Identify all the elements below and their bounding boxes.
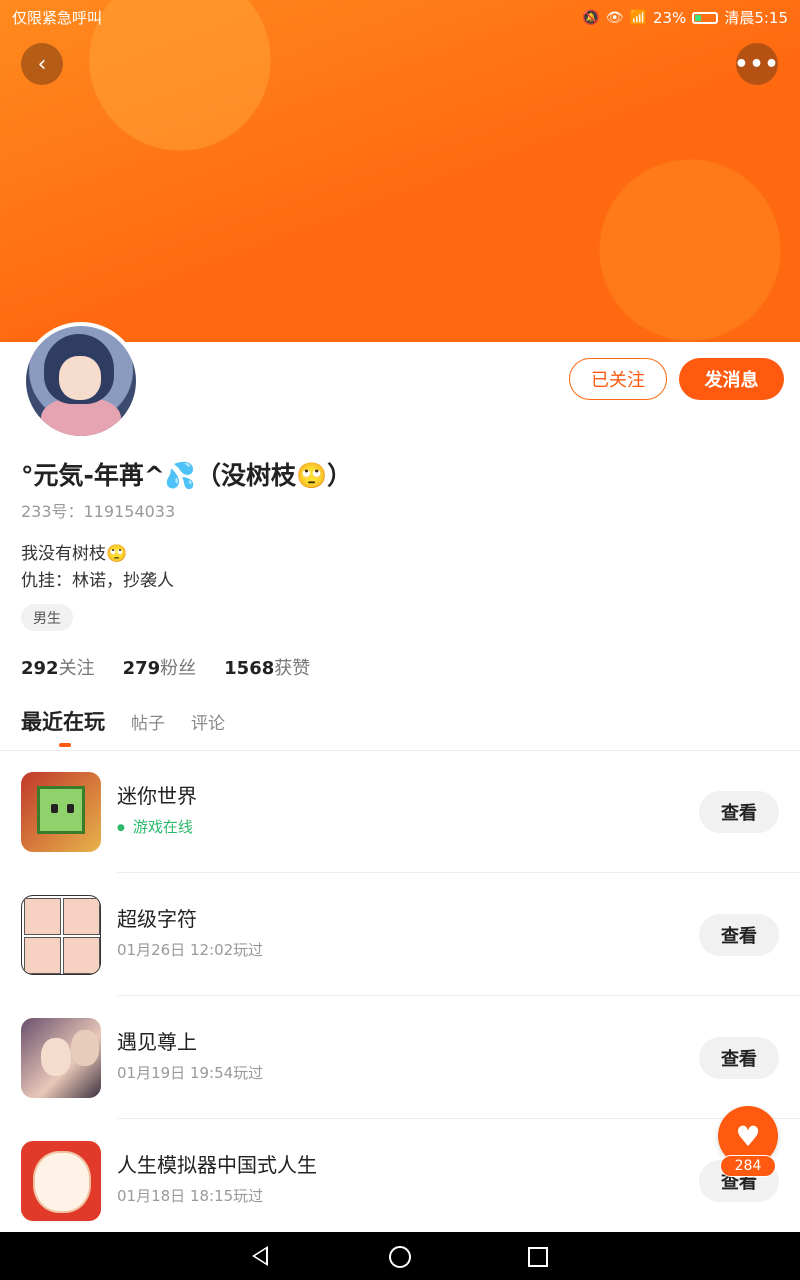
system-nav-bar <box>0 1232 800 1280</box>
view-button[interactable]: 查看 <box>699 914 779 956</box>
comic-cell <box>63 937 100 974</box>
username: °元気-年苒^💦（没树枝🙄） <box>21 461 353 490</box>
status-carrier-text: 仅限紧急呼叫 <box>12 9 103 27</box>
nav-back-icon[interactable] <box>252 1246 268 1266</box>
nav-recent-icon[interactable] <box>528 1247 548 1267</box>
bio-line-1: 我没有树枝🙄 <box>21 544 128 564</box>
stat-following-count: 292 <box>21 658 59 679</box>
game-name: 迷你世界 <box>117 784 197 808</box>
profile-tabs: 最近在玩 帖子 评论 <box>21 706 225 747</box>
status-bar: 仅限紧急呼叫 🔕 👁 📶 23% 清晨5:15 <box>0 0 800 34</box>
stat-likes-count: 1568 <box>224 658 275 679</box>
back-button[interactable]: ‹ <box>21 43 63 85</box>
stat-fans[interactable]: 279粉丝 <box>123 654 197 680</box>
list-item[interactable]: 超级字符 01月26日 12:02玩过 查看 <box>0 873 800 996</box>
stat-following[interactable]: 292关注 <box>21 654 95 680</box>
game-icon-super-char <box>21 895 101 975</box>
stat-likes-label: 获赞 <box>274 658 311 679</box>
battery-percent: 23% <box>652 8 687 27</box>
avatar-face <box>59 356 101 400</box>
game-icon-life-sim <box>21 1141 101 1221</box>
game-status-online: 游戏在线 <box>117 816 193 837</box>
list-item[interactable]: 遇见尊上 01月19日 19:54玩过 查看 <box>0 996 800 1119</box>
mini-eye-right <box>67 804 74 813</box>
stat-fans-label: 粉丝 <box>160 658 197 679</box>
tab-posts[interactable]: 帖子 <box>131 709 165 734</box>
tab-comments[interactable]: 评论 <box>191 709 225 734</box>
baby-graphic <box>33 1151 91 1213</box>
list-item[interactable]: 人生模拟器中国式人生 01月18日 18:15玩过 查看 <box>0 1119 800 1232</box>
mute-icon: 🔕 <box>582 9 600 26</box>
comic-cell <box>24 937 61 974</box>
profile-banner <box>0 0 800 342</box>
mini-block <box>37 786 85 834</box>
follow-button[interactable]: 已关注 <box>569 358 667 400</box>
mini-eye-left <box>51 804 58 813</box>
game-last-played: 01月19日 19:54玩过 <box>117 1064 264 1082</box>
game-name: 人生模拟器中国式人生 <box>117 1153 317 1177</box>
avatar-shirt <box>41 398 121 436</box>
back-arrow-icon: ‹ <box>37 51 47 77</box>
nav-home-icon[interactable] <box>389 1246 411 1268</box>
game-last-played: 01月18日 18:15玩过 <box>117 1187 264 1205</box>
more-button[interactable]: ••• <box>734 43 780 85</box>
like-count: 284 <box>720 1155 776 1177</box>
eye-comfort-icon: 👁 <box>605 9 624 26</box>
more-dots-icon: ••• <box>734 51 780 77</box>
bio-line-2: 仇挂：林诺，抄袭人 <box>21 571 174 591</box>
game-icon-mini-world <box>21 772 101 852</box>
gender-tag: 男生 <box>21 604 73 631</box>
battery-icon <box>692 11 719 24</box>
list-item[interactable]: 迷你世界 游戏在线 查看 <box>0 750 800 873</box>
stat-likes: 1568获赞 <box>224 654 310 680</box>
status-time: 清晨5:15 <box>724 9 788 27</box>
comic-cell <box>24 898 61 935</box>
fantasy-face-2 <box>71 1030 99 1066</box>
avatar[interactable] <box>22 322 140 440</box>
stat-following-label: 关注 <box>58 658 95 679</box>
view-button[interactable]: 查看 <box>699 1037 779 1079</box>
game-last-played: 01月26日 12:02玩过 <box>117 941 264 959</box>
game-name: 超级字符 <box>117 907 197 931</box>
message-button[interactable]: 发消息 <box>679 358 784 400</box>
wifi-icon: 📶 <box>629 9 647 26</box>
game-name: 遇见尊上 <box>117 1030 197 1054</box>
user-id: 233号：119154033 <box>21 502 176 521</box>
view-button[interactable]: 查看 <box>699 791 779 833</box>
tab-recent-played[interactable]: 最近在玩 <box>21 706 105 747</box>
comic-cell <box>63 898 100 935</box>
profile-stats: 292关注 279粉丝 1568获赞 <box>21 654 310 680</box>
game-icon-meet-lord <box>21 1018 101 1098</box>
stat-fans-count: 279 <box>122 658 161 679</box>
heart-icon: ♥ <box>735 1119 761 1153</box>
fantasy-face-1 <box>41 1038 71 1076</box>
